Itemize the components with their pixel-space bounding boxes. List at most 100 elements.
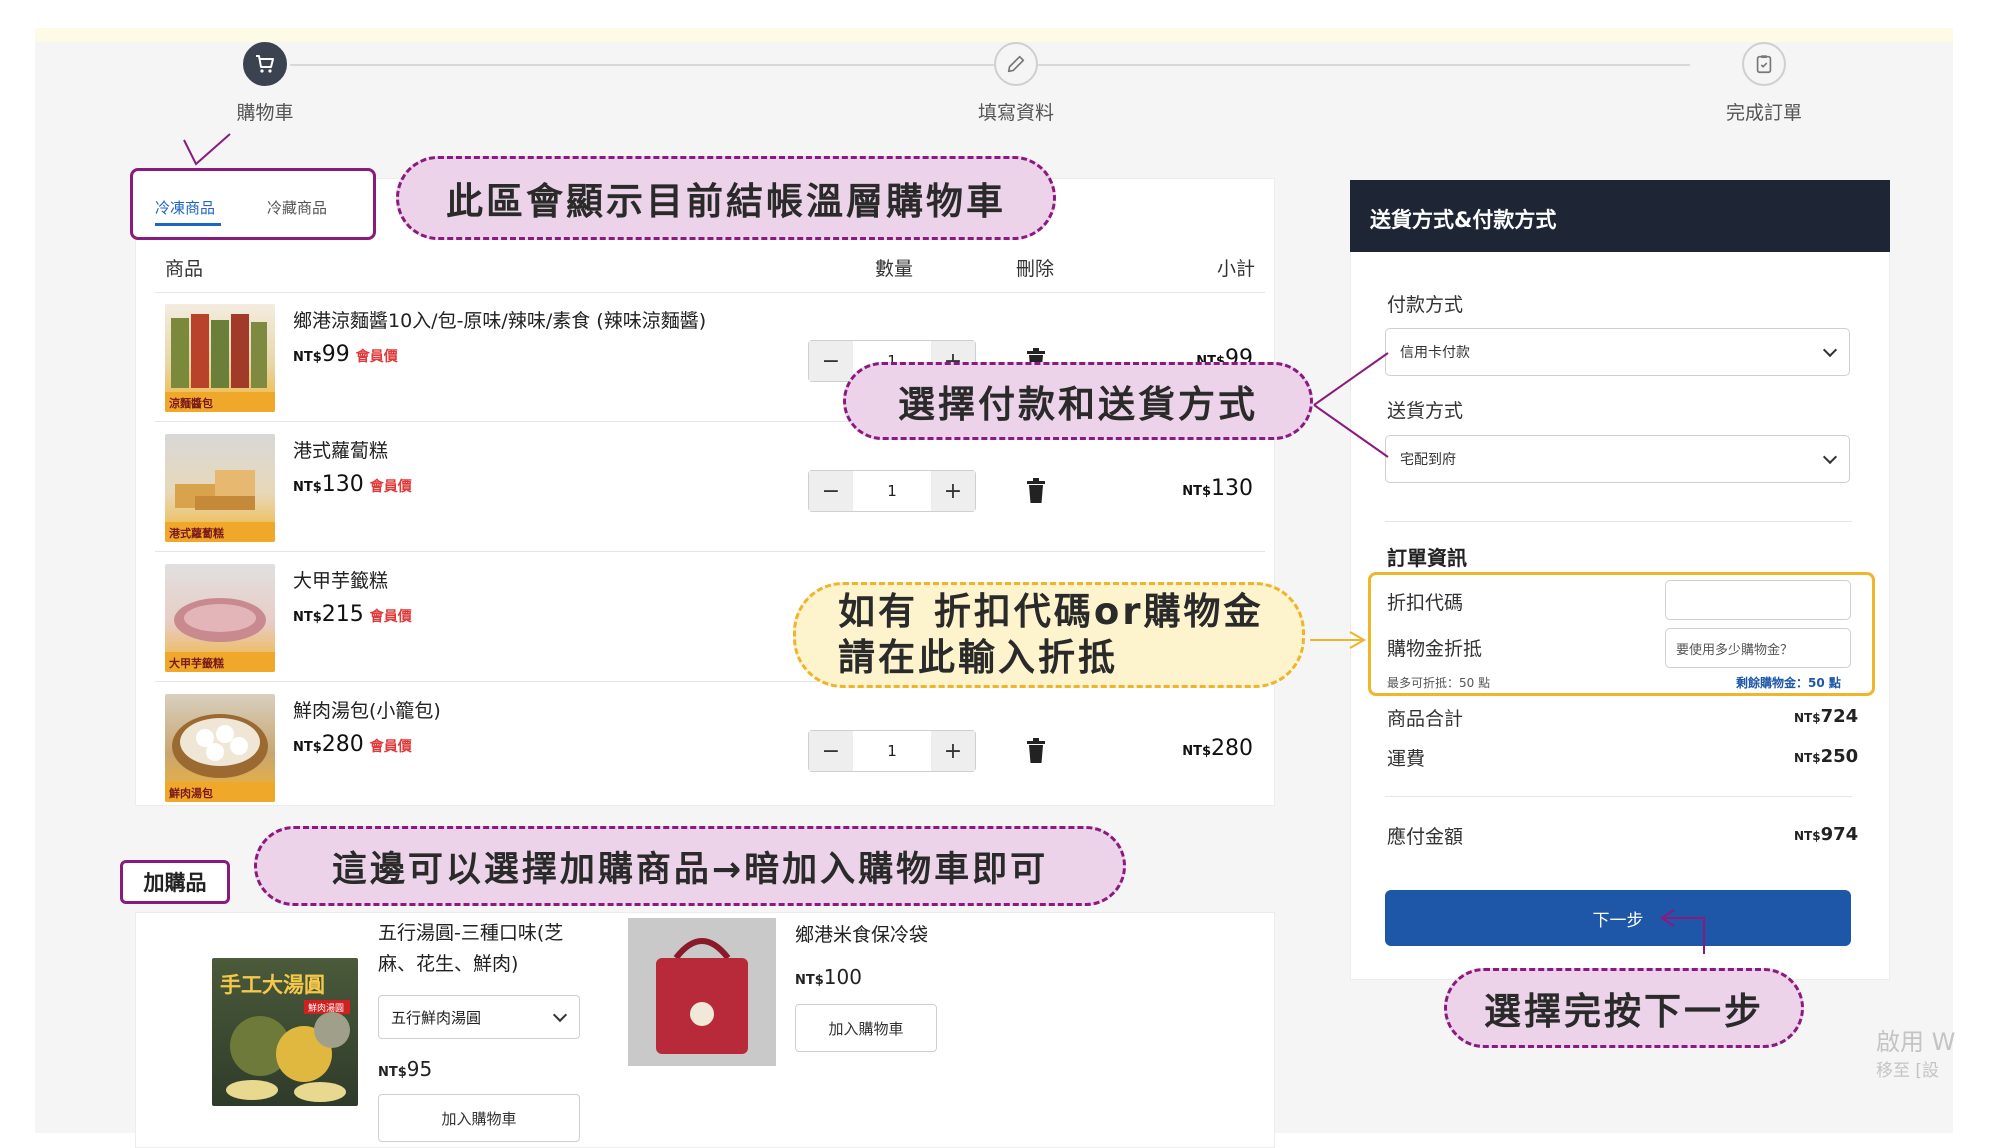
- currency-label: NT$: [293, 610, 322, 625]
- coupon-code-input[interactable]: [1665, 580, 1851, 620]
- arrow-right-icon: [1310, 631, 1367, 649]
- product-name[interactable]: 鮮肉湯包(小籠包): [293, 696, 441, 723]
- grand-total-label: 應付金額: [1387, 826, 1464, 848]
- product-price: NT$280 會員價: [293, 732, 412, 757]
- addon-thumbnail: 手工大湯圓 鮮肉湯圓: [212, 958, 358, 1106]
- increase-qty-button[interactable]: +: [931, 471, 975, 511]
- product-thumbnail: 大甲芋籤糕: [165, 564, 275, 672]
- addon-product-name[interactable]: 鄉港米食保冷袋: [795, 920, 928, 951]
- callout-addons: 這邊可以選擇加購商品→暗加入購物車即可: [254, 826, 1126, 906]
- shipping-fee-label: 運費: [1387, 748, 1426, 770]
- product-price: NT$215 會員價: [293, 602, 412, 627]
- price-value: 130: [321, 472, 364, 497]
- step-label: 購物車: [236, 102, 294, 124]
- cart-item: 港式蘿蔔糕 港式蘿蔔糕 NT$130 會員價 − 1 + NT$130: [155, 424, 1265, 552]
- column-header-subtotal: 小計: [1217, 258, 1256, 280]
- subtotal-value: 130: [1211, 476, 1253, 501]
- payment-method-value: 信用卡付款: [1400, 345, 1470, 361]
- price-value: 215: [321, 602, 364, 627]
- shopping-credit-input[interactable]: 要使用多少購物金？: [1665, 628, 1851, 668]
- member-price-badge: 會員價: [369, 479, 412, 495]
- product-price: NT$99 會員價: [293, 342, 398, 367]
- trash-icon[interactable]: [1025, 738, 1047, 764]
- chevron-down-icon: [1822, 449, 1838, 465]
- addon-flavor-value: 五行鮮肉湯圓: [391, 1008, 482, 1027]
- cooler-bag-image-icon: [656, 938, 748, 1054]
- thumbnail-caption: 大甲芋籤糕: [169, 656, 224, 670]
- tab-frozen[interactable]: 冷凍商品: [155, 197, 215, 218]
- add-to-cart-button[interactable]: 加入購物車: [378, 1094, 580, 1142]
- callout-cart-temperature: 此區會顯示目前結帳溫層購物車: [396, 156, 1056, 240]
- quantity-stepper: − 1 +: [808, 730, 976, 772]
- product-thumbnail: 涼麵醬包: [165, 304, 275, 412]
- product-name[interactable]: 大甲芋籤糕: [293, 566, 388, 593]
- product-thumbnail: 港式蘿蔔糕: [165, 434, 275, 542]
- increase-qty-button[interactable]: +: [931, 731, 975, 771]
- quantity-value[interactable]: 1: [853, 471, 931, 511]
- currency-label: NT$: [293, 740, 322, 755]
- quantity-stepper: − 1 +: [808, 470, 976, 512]
- addon-price: NT$95: [378, 1054, 432, 1088]
- add-to-cart-button[interactable]: 加入購物車: [795, 1004, 937, 1052]
- tab-chilled[interactable]: 冷藏商品: [267, 197, 327, 218]
- currency-label: NT$: [1794, 829, 1821, 843]
- step-complete: 完成訂單: [1664, 42, 1864, 125]
- temperature-tabs: 冷凍商品 冷藏商品: [130, 168, 376, 240]
- currency-label: NT$: [293, 350, 322, 365]
- member-price-badge: 會員價: [369, 609, 412, 625]
- arrow-left-icon: [1660, 909, 1705, 954]
- rice-ball-image-icon: 手工大湯圓 鮮肉湯圓: [220, 972, 350, 1102]
- currency-label: NT$: [1794, 751, 1821, 765]
- payment-method-label: 付款方式: [1387, 294, 1464, 316]
- thumbnail-caption: 鮮肉湯包: [169, 786, 213, 800]
- product-name[interactable]: 鄉港涼麵醬10入/包-原味/辣味/素食 (辣味涼麵醬): [293, 306, 706, 333]
- currency-label: NT$: [795, 973, 824, 988]
- cart-item: 鮮肉湯包 鮮肉湯包(小籠包) NT$280 會員價 − 1 + NT$280: [155, 684, 1265, 812]
- activation-watermark: 啟用 W: [1876, 1028, 1956, 1056]
- decrease-qty-button[interactable]: −: [809, 471, 853, 511]
- addon-name-line2: 麻、花生、鮮肉): [378, 953, 519, 975]
- chevron-down-icon: [1822, 342, 1838, 358]
- remaining-credit-note: 剩餘購物金：50 點: [1736, 676, 1841, 690]
- checkmark-annotation-icon: [183, 133, 231, 166]
- items-total-value: NT$724: [1794, 706, 1858, 727]
- items-total-label: 商品合計: [1387, 708, 1464, 730]
- addon-product-name[interactable]: 五行湯圓-三種口味(芝 麻、花生、鮮肉): [378, 918, 563, 980]
- member-price-badge: 會員價: [369, 739, 412, 755]
- addon-flavor-select[interactable]: 五行鮮肉湯圓: [378, 995, 580, 1039]
- product-name[interactable]: 港式蘿蔔糕: [293, 436, 388, 463]
- thumbnail-title: 手工大湯圓: [220, 972, 325, 997]
- section-divider: [1385, 521, 1852, 522]
- header-divider: [155, 292, 1265, 293]
- member-price-badge: 會員價: [355, 349, 398, 365]
- cart-icon: [243, 42, 287, 86]
- next-step-button[interactable]: 下一步: [1385, 890, 1851, 946]
- decrease-qty-button[interactable]: −: [809, 731, 853, 771]
- pencil-icon: [994, 42, 1038, 86]
- thumbnail-caption: 涼麵醬包: [169, 396, 213, 410]
- column-header-delete: 刪除: [1016, 258, 1055, 280]
- trash-icon[interactable]: [1025, 478, 1047, 504]
- decrease-qty-button[interactable]: −: [809, 341, 853, 381]
- thumbnail-badge: 鮮肉湯圓: [308, 1002, 344, 1014]
- turnip-cake-image-icon: 港式蘿蔔糕: [165, 470, 275, 542]
- callout-payment-shipping: 選擇付款和送貨方式: [843, 362, 1313, 440]
- shipping-fee-amount: 250: [1820, 746, 1859, 767]
- shopping-credit-label: 購物金折抵: [1387, 638, 1483, 660]
- grand-total-value: NT$974: [1794, 824, 1858, 845]
- callout-discount: 如有 折扣代碼or購物金 請在此輸入折抵: [793, 582, 1305, 688]
- payment-method-select[interactable]: 信用卡付款: [1385, 328, 1850, 376]
- top-strip: [35, 28, 1953, 42]
- addon-name-line1: 五行湯圓-三種口味(芝: [378, 922, 564, 944]
- grand-total-amount: 974: [1820, 824, 1859, 845]
- column-header-product: 商品: [165, 258, 204, 280]
- quantity-value[interactable]: 1: [853, 731, 931, 771]
- soup-dumpling-image-icon: 鮮肉湯包: [165, 714, 275, 802]
- currency-label: NT$: [293, 480, 322, 495]
- items-total-amount: 724: [1820, 706, 1859, 727]
- coupon-code-label: 折扣代碼: [1387, 592, 1464, 614]
- currency-label: NT$: [1182, 744, 1211, 759]
- addon-price-value: 95: [406, 1057, 433, 1081]
- addon-thumbnail: [628, 918, 776, 1066]
- shipping-method-select[interactable]: 宅配到府: [1385, 435, 1850, 483]
